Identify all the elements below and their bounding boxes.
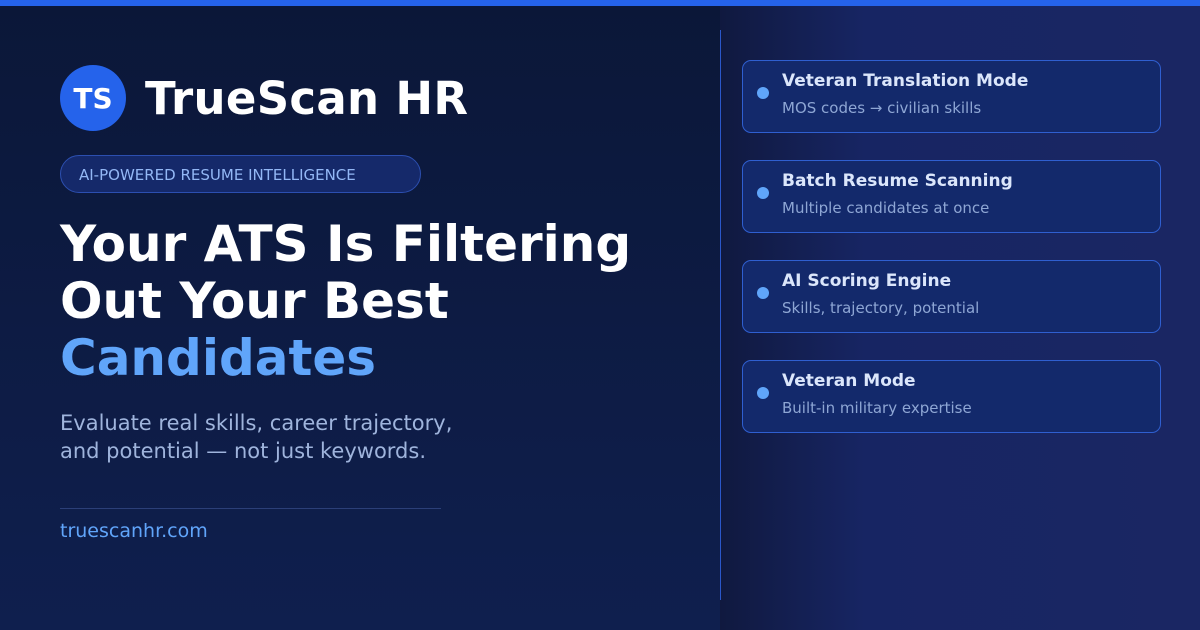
feature-description: Skills, trajectory, potential	[782, 299, 980, 317]
horizontal-divider	[60, 508, 441, 509]
subheadline-line-2: and potential — not just keywords.	[60, 439, 427, 463]
headline-accent-line: Candidates	[60, 329, 377, 387]
feature-card-ai-scoring: AI Scoring Engine Skills, trajectory, po…	[742, 260, 1161, 333]
feature-list: Veteran Translation Mode MOS codes → civ…	[742, 60, 1161, 460]
feature-description: Built-in military expertise	[782, 399, 972, 417]
website-link[interactable]: truescanhr.com	[60, 520, 208, 542]
bullet-dot-icon	[757, 87, 769, 99]
feature-description: Multiple candidates at once	[782, 199, 990, 217]
brand-name: TrueScan HR	[145, 71, 469, 125]
logo-badge: TS	[60, 65, 126, 131]
feature-title: AI Scoring Engine	[782, 271, 952, 291]
feature-card-veteran-translation: Veteran Translation Mode MOS codes → civ…	[742, 60, 1161, 133]
bullet-dot-icon	[757, 287, 769, 299]
headline: Your ATS Is Filtering Out Your Best Cand…	[60, 216, 631, 387]
feature-title: Veteran Mode	[782, 371, 916, 391]
vertical-divider	[720, 30, 721, 600]
subheadline-line-1: Evaluate real skills, career trajectory,	[60, 411, 453, 435]
subheadline: Evaluate real skills, career trajectory,…	[60, 409, 452, 465]
headline-line-2: Out Your Best	[60, 272, 449, 330]
tagline-badge: AI-POWERED RESUME INTELLIGENCE	[60, 155, 421, 193]
brand-header: TS TrueScan HR	[60, 65, 468, 131]
feature-title: Veteran Translation Mode	[782, 71, 1029, 91]
feature-title: Batch Resume Scanning	[782, 171, 1013, 191]
feature-card-batch-scanning: Batch Resume Scanning Multiple candidate…	[742, 160, 1161, 233]
bullet-dot-icon	[757, 387, 769, 399]
headline-line-1: Your ATS Is Filtering	[60, 215, 632, 273]
feature-description: MOS codes → civilian skills	[782, 99, 982, 117]
feature-card-veteran-mode: Veteran Mode Built-in military expertise	[742, 360, 1161, 433]
bullet-dot-icon	[757, 187, 769, 199]
